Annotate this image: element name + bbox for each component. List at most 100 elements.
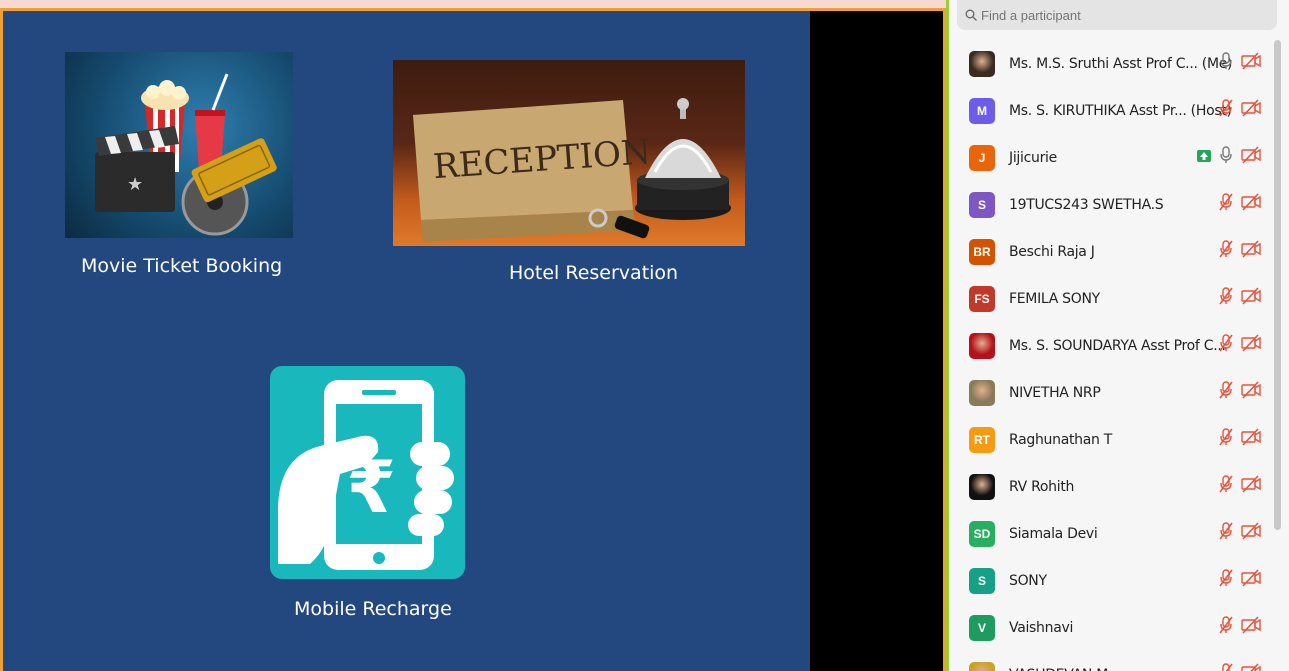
- video-off-icon: [1241, 287, 1261, 310]
- participant-status-icons: [1219, 557, 1261, 604]
- participant-status-icons: [1219, 181, 1261, 228]
- participant-row[interactable]: NIVETHA NRP: [949, 369, 1269, 416]
- mic-icon: [1219, 52, 1233, 75]
- participant-avatar: S: [969, 567, 995, 594]
- participant-status-icons: [1219, 322, 1261, 369]
- svg-text:★: ★: [127, 174, 143, 195]
- participant-status-icons: [1219, 416, 1261, 463]
- participant-avatar: [969, 473, 995, 500]
- mobile-recharge-image: ₹: [270, 366, 465, 579]
- video-off-icon: [1241, 193, 1261, 216]
- participant-name: Ms. S. KIRUTHIKA Asst Pr... (Host): [1009, 102, 1232, 119]
- participant-search-input[interactable]: [981, 7, 1231, 23]
- video-off-icon: [1241, 146, 1261, 169]
- movie-ticket-image: ★: [65, 52, 293, 238]
- mic-muted-icon: [1219, 381, 1233, 404]
- participant-status-icons: [1197, 134, 1261, 181]
- participant-name: FEMILA SONY: [1009, 290, 1100, 307]
- participant-status-icons: [1219, 463, 1261, 510]
- participant-row[interactable]: RT Raghunathan T: [949, 416, 1269, 463]
- participant-name: Raghunathan T: [1009, 431, 1113, 448]
- mic-muted-icon: [1219, 475, 1233, 498]
- mic-icon: [1219, 146, 1233, 169]
- mic-muted-icon: [1219, 193, 1233, 216]
- participant-name: Siamala Devi: [1009, 525, 1098, 542]
- mic-muted-icon: [1219, 522, 1233, 545]
- participant-name: Vaishnavi: [1009, 619, 1074, 636]
- movie-ticket-tile: ★ Movie Ticket Booking: [65, 52, 293, 282]
- participant-avatar: BR: [969, 238, 995, 265]
- participant-row[interactable]: Ms. S. SOUNDARYA Asst Prof C...: [949, 322, 1269, 369]
- participant-name: Beschi Raja J: [1009, 243, 1095, 260]
- video-off-icon: [1241, 381, 1261, 404]
- video-off-icon: [1241, 569, 1261, 592]
- participant-row[interactable]: BR Beschi Raja J: [949, 228, 1269, 275]
- participant-name: Ms. M.S. Sruthi Asst Prof C... (Me): [1009, 55, 1233, 72]
- participant-row[interactable]: SD Siamala Devi: [949, 510, 1269, 557]
- video-off-icon: [1241, 475, 1261, 498]
- participant-avatar: FS: [969, 285, 995, 312]
- participants-panel: Ms. M.S. Sruthi Asst Prof C... (Me) M Ms. …: [946, 0, 1289, 671]
- participant-list-scrollbar[interactable]: [1274, 40, 1281, 530]
- participant-status-icons: [1219, 228, 1261, 275]
- video-off-icon: [1241, 240, 1261, 263]
- participant-avatar: RT: [969, 426, 995, 453]
- mic-muted-icon: [1219, 99, 1233, 122]
- participant-avatar: [969, 50, 995, 77]
- mic-muted-icon: [1219, 569, 1233, 592]
- participant-row[interactable]: S 19TUCS243 SWETHA.S: [949, 181, 1269, 228]
- participant-row[interactable]: VASUDEVAN M: [949, 651, 1269, 671]
- video-off-icon: [1241, 663, 1261, 671]
- participant-avatar: M: [969, 97, 995, 124]
- mobile-recharge-caption: Mobile Recharge: [294, 598, 452, 620]
- hotel-reservation-image: RECEPTION: [393, 60, 745, 246]
- participant-status-icons: [1219, 87, 1261, 134]
- participant-name: Jijicurie: [1009, 149, 1057, 166]
- video-off-icon: [1241, 52, 1261, 75]
- mic-muted-icon: [1219, 287, 1233, 310]
- search-icon: [965, 9, 977, 21]
- participant-name: RV Rohith: [1009, 478, 1075, 495]
- participant-avatar: S: [969, 191, 995, 218]
- video-off-icon: [1241, 99, 1261, 122]
- video-off-icon: [1241, 428, 1261, 451]
- participant-name: VASUDEVAN M: [1009, 667, 1108, 671]
- movie-ticket-caption: Movie Ticket Booking: [81, 255, 283, 277]
- participant-avatar: [969, 379, 995, 406]
- mic-muted-icon: [1219, 663, 1233, 671]
- participant-search[interactable]: [957, 0, 1277, 30]
- mic-muted-icon: [1219, 334, 1233, 357]
- participant-row[interactable]: RV Rohith: [949, 463, 1269, 510]
- participant-row[interactable]: Ms. M.S. Sruthi Asst Prof C... (Me): [949, 40, 1269, 87]
- video-black-area: [810, 11, 943, 671]
- participant-avatar: J: [969, 144, 995, 171]
- participant-row[interactable]: FS FEMILA SONY: [949, 275, 1269, 322]
- mic-muted-icon: [1219, 428, 1233, 451]
- reception-bell-icon: RECEPTION: [413, 98, 731, 242]
- participant-row[interactable]: M Ms. S. KIRUTHIKA Asst Pr... (Host): [949, 87, 1269, 134]
- participant-row[interactable]: S SONY: [949, 557, 1269, 604]
- movie-ticket-icon: ★: [95, 73, 277, 236]
- participant-status-icons: [1219, 510, 1261, 557]
- participant-name: SONY: [1009, 572, 1047, 589]
- video-off-icon: [1241, 334, 1261, 357]
- rupee-symbol: ₹: [346, 445, 396, 529]
- participant-status-icons: [1219, 369, 1261, 416]
- mobile-recharge-icon: ₹: [278, 380, 454, 570]
- participant-row[interactable]: V Vaishnavi: [949, 604, 1269, 651]
- participant-avatar: V: [969, 614, 995, 641]
- participant-name: NIVETHA NRP: [1009, 384, 1101, 401]
- participant-list: Ms. M.S. Sruthi Asst Prof C... (Me) M Ms. …: [949, 40, 1269, 671]
- participant-row[interactable]: J Jijicurie: [949, 134, 1269, 181]
- mic-muted-icon: [1219, 616, 1233, 639]
- hotel-reservation-tile: RECEPTION Hotel Reservation: [393, 60, 745, 290]
- participant-avatar: SD: [969, 520, 995, 547]
- video-off-icon: [1241, 616, 1261, 639]
- participant-status-icons: [1219, 604, 1261, 651]
- participant-status-icons: [1219, 651, 1261, 671]
- participant-name: Ms. S. SOUNDARYA Asst Prof C...: [1009, 337, 1226, 354]
- mic-muted-icon: [1219, 240, 1233, 263]
- participant-status-icons: [1219, 275, 1261, 322]
- shared-slide: ★ Movie Ticket Booking RECEPTION Hotel R…: [3, 11, 810, 671]
- participant-status-icons: [1219, 40, 1261, 87]
